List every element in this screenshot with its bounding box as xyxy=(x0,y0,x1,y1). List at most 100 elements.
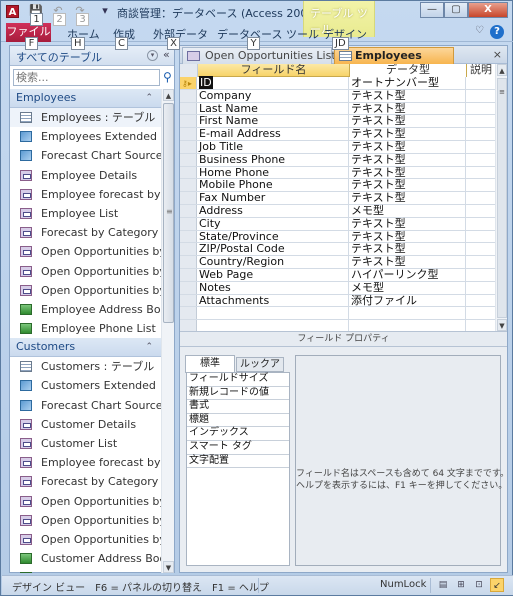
description-cell[interactable] xyxy=(467,320,495,331)
row-selector[interactable] xyxy=(180,179,197,192)
field-row[interactable] xyxy=(180,307,495,321)
data-type-cell[interactable]: テキスト型 xyxy=(350,243,466,256)
description-cell[interactable] xyxy=(467,243,495,255)
data-type-cell[interactable]: メモ型 xyxy=(350,281,466,294)
chevron-up-icon[interactable]: ⌃ xyxy=(145,338,153,356)
grid-scroll-down[interactable]: ▼ xyxy=(497,319,507,331)
nav-group-employees[interactable]: Employees ⌃ xyxy=(10,89,161,108)
field-name-cell[interactable]: First Name xyxy=(198,115,349,128)
ribbon-minimize-icon[interactable]: ♡ xyxy=(475,25,484,36)
nav-item[interactable]: Customer Details xyxy=(10,415,161,434)
grid-scrollbar[interactable]: ▲ ≡ ▼ xyxy=(495,64,507,331)
data-type-cell[interactable]: テキスト型 xyxy=(350,153,466,166)
property-row[interactable]: 標題 xyxy=(187,414,289,428)
data-type-cell[interactable]: ハイパーリンク型 xyxy=(350,269,466,281)
field-name-cell[interactable]: Business Phone xyxy=(198,153,349,166)
field-name-cell[interactable]: ZIP/Postal Code xyxy=(198,243,349,256)
doc-tab-employees[interactable]: Employees xyxy=(334,47,454,64)
nav-item[interactable]: Customers : テーブル xyxy=(10,357,161,376)
field-row[interactable] xyxy=(180,320,495,331)
field-name-cell[interactable]: E-mail Address xyxy=(198,128,349,140)
customize-qat-icon[interactable]: ▾ xyxy=(98,4,112,18)
close-button[interactable]: X xyxy=(468,2,508,18)
field-name-cell[interactable]: Fax Number xyxy=(198,192,349,204)
property-row[interactable]: 文字配置 xyxy=(187,455,289,469)
nav-item[interactable]: Employees Extended xyxy=(10,127,161,146)
nav-pane-title[interactable]: すべてのテーブル xyxy=(16,49,102,65)
grid-scroll-up[interactable]: ▲ xyxy=(497,64,507,76)
row-selector[interactable] xyxy=(180,128,197,140)
data-type-cell[interactable]: テキスト型 xyxy=(350,256,466,268)
nav-dropdown-icon[interactable]: ▾ xyxy=(147,50,158,61)
field-name-cell[interactable]: Company xyxy=(198,89,349,102)
row-selector[interactable] xyxy=(180,153,197,166)
nav-item[interactable]: Employee List xyxy=(10,204,161,223)
nav-item[interactable]: Open Opportunities by... xyxy=(10,242,161,261)
row-selector[interactable] xyxy=(180,320,197,331)
field-row[interactable]: Attachments 添付ファイル xyxy=(180,294,495,308)
nav-item[interactable]: Open Opportunities by... xyxy=(10,492,161,511)
minimize-button[interactable]: — xyxy=(420,2,444,18)
nav-item[interactable]: Employees : テーブル xyxy=(10,108,161,128)
data-type-cell[interactable]: テキスト型 xyxy=(350,141,466,153)
description-cell[interactable] xyxy=(467,205,495,217)
nav-item[interactable]: Employee forecast by ... xyxy=(10,185,161,204)
field-row[interactable]: Address メモ型 xyxy=(180,205,495,218)
nav-item[interactable]: Customer Phone List xyxy=(10,568,161,573)
design-view-icon[interactable]: ↙ xyxy=(490,578,504,592)
description-cell[interactable] xyxy=(467,103,495,115)
field-name-cell[interactable]: State/Province xyxy=(198,230,349,243)
nav-item[interactable]: Customers Extended xyxy=(10,376,161,395)
description-cell[interactable] xyxy=(467,154,495,166)
description-cell[interactable] xyxy=(467,307,495,319)
data-type-cell[interactable]: 添付ファイル xyxy=(350,294,466,307)
property-row[interactable]: スマート タグ xyxy=(187,441,289,455)
nav-item[interactable]: Forecast Chart Source xyxy=(10,396,161,415)
row-selector[interactable] xyxy=(180,230,197,243)
description-cell[interactable] xyxy=(467,269,495,281)
data-type-cell[interactable] xyxy=(350,307,466,320)
data-type-cell[interactable]: テキスト型 xyxy=(350,217,466,230)
pivot-chart-view-icon[interactable]: ⊡ xyxy=(472,578,486,592)
nav-item[interactable]: Open Opportunities by... xyxy=(10,511,161,530)
scroll-down-button[interactable]: ▼ xyxy=(163,561,174,573)
data-type-cell[interactable]: オートナンバー型 xyxy=(350,77,466,89)
grid-scroll-thumb[interactable]: ≡ xyxy=(497,78,507,318)
row-selector[interactable] xyxy=(180,205,197,217)
row-selector[interactable] xyxy=(180,243,197,256)
row-selector[interactable] xyxy=(180,256,197,268)
nav-item[interactable]: Forecast Chart Source xyxy=(10,146,161,165)
description-cell[interactable] xyxy=(467,231,495,243)
nav-item[interactable]: Open Opportunities by... xyxy=(10,262,161,281)
help-icon[interactable]: ? xyxy=(490,25,504,39)
nav-item[interactable]: Customer List xyxy=(10,434,161,453)
data-type-cell[interactable]: テキスト型 xyxy=(350,230,466,243)
nav-item[interactable]: Employee Address Book xyxy=(10,300,161,319)
close-document-icon[interactable]: × xyxy=(493,48,502,61)
scroll-up-button[interactable]: ▲ xyxy=(163,89,174,101)
field-name-cell[interactable]: Address xyxy=(198,205,349,217)
data-type-cell[interactable]: テキスト型 xyxy=(350,166,466,179)
props-tab-lookup[interactable]: ルックアップ xyxy=(236,357,284,384)
row-selector[interactable] xyxy=(180,294,197,307)
field-name-cell[interactable]: Attachments xyxy=(198,294,349,307)
property-row[interactable]: 新規レコードの値 xyxy=(187,387,289,401)
description-cell[interactable] xyxy=(467,295,495,307)
row-selector[interactable] xyxy=(180,307,197,320)
nav-item[interactable]: Employee Details xyxy=(10,166,161,185)
field-name-cell[interactable]: Home Phone xyxy=(198,166,349,179)
description-cell[interactable] xyxy=(467,115,495,127)
props-tab-general[interactable]: 標準 xyxy=(185,355,235,373)
nav-search-input[interactable] xyxy=(13,69,160,86)
row-selector[interactable] xyxy=(180,89,197,102)
data-type-cell[interactable]: テキスト型 xyxy=(350,89,466,102)
description-cell[interactable] xyxy=(467,282,495,294)
nav-item[interactable]: Employee Phone List xyxy=(10,319,161,338)
row-selector[interactable] xyxy=(180,102,197,115)
data-type-cell[interactable]: テキスト型 xyxy=(350,179,466,192)
row-selector[interactable] xyxy=(180,269,197,281)
data-type-cell[interactable]: メモ型 xyxy=(350,205,466,217)
nav-item[interactable]: Forecast by Category ... xyxy=(10,472,161,491)
datasheet-view-icon[interactable]: ▤ xyxy=(436,578,450,592)
pivot-table-view-icon[interactable]: ⊞ xyxy=(454,578,468,592)
